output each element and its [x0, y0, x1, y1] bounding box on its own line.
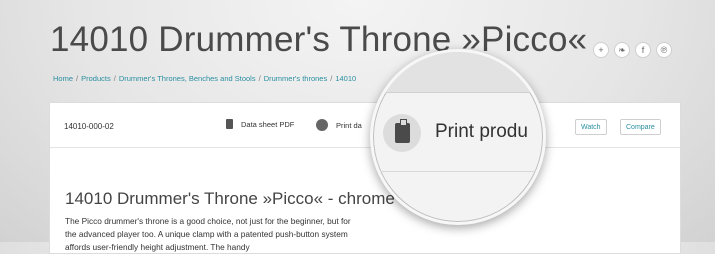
magnifier-divider [373, 171, 543, 172]
pinterest-icon[interactable]: ℗ [656, 42, 672, 58]
twitter-icon[interactable]: ❧ [614, 42, 630, 58]
document-icon [226, 119, 233, 129]
breadcrumb-separator: / [76, 74, 79, 83]
magnifier-toolbar-edge [373, 52, 543, 93]
compare-button[interactable]: Compare [620, 119, 661, 135]
print-icon [316, 119, 328, 131]
datasheet-pdf-label: Data sheet PDF [241, 119, 295, 129]
plus-icon[interactable]: + [593, 42, 609, 58]
datasheet-pdf-link[interactable]: Data sheet PDF [226, 119, 294, 129]
breadcrumb-separator: / [113, 74, 116, 83]
product-toolbar: 14010-000-02 Data sheet PDF Print da Wat… [50, 103, 680, 148]
product-heading: 14010 Drummer's Throne »Picco« - chrome [65, 189, 395, 209]
breadcrumb-current: 14010 [335, 74, 357, 83]
print-icon [383, 114, 421, 152]
document-icon [394, 119, 410, 143]
breadcrumb-category[interactable]: Drummer's Thrones, Benches and Stools [119, 74, 256, 83]
watch-button[interactable]: Watch [575, 119, 607, 135]
breadcrumb-subcategory[interactable]: Drummer's thrones [264, 74, 328, 83]
product-description: The Picco drummer's throne is a good cho… [65, 216, 351, 253]
print-datasheet-link[interactable]: Print da [316, 119, 362, 131]
breadcrumb-separator: / [258, 74, 261, 83]
product-sku: 14010-000-02 [64, 122, 114, 131]
facebook-icon[interactable]: f [635, 42, 651, 58]
social-share-bar: + ❧ f ℗ [593, 42, 672, 58]
magnifier-lens: Print produ [370, 49, 546, 225]
breadcrumb-home[interactable]: Home [53, 74, 73, 83]
breadcrumb-separator: / [330, 74, 333, 83]
breadcrumb: Home / Products / Drummer's Thrones, Benches… [53, 74, 356, 83]
print-datasheet-label: Print da [336, 120, 362, 130]
magnified-print-label: Print produ [435, 121, 528, 142]
product-panel: 14010-000-02 Data sheet PDF Print da Wat… [49, 102, 681, 254]
breadcrumb-products[interactable]: Products [81, 74, 111, 83]
